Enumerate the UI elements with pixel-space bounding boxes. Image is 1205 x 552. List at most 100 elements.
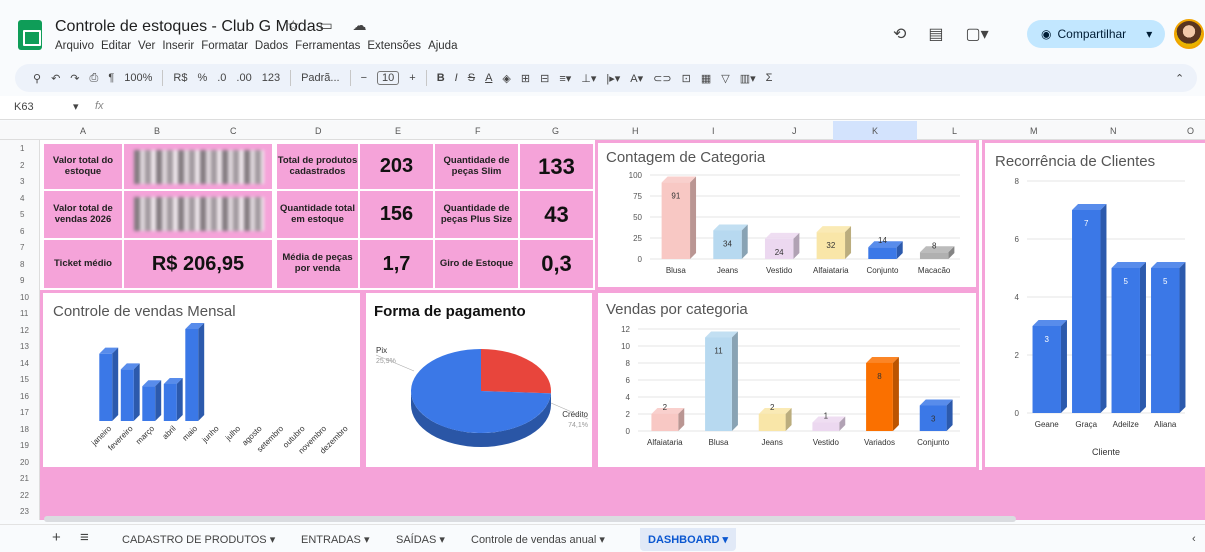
increase-decimal-button[interactable]: .00 — [236, 72, 251, 84]
scroll-tabs-left-icon[interactable]: ‹ — [1192, 533, 1196, 545]
row-header-7[interactable]: 7 — [20, 243, 24, 252]
font-size-decrease[interactable]: − — [361, 72, 367, 84]
chart-vendas-mensal[interactable]: Controle de vendas Mensal janeiro feverei… — [40, 290, 363, 470]
name-box-dropdown-icon[interactable]: ▾ — [73, 100, 79, 113]
decrease-decimal-button[interactable]: .0 — [217, 72, 226, 84]
redo-icon[interactable]: ↷ — [70, 72, 79, 85]
row-header-20[interactable]: 20 — [20, 458, 29, 467]
comments-icon[interactable]: ▤ — [928, 24, 943, 44]
fill-color-icon[interactable]: ◈ — [502, 72, 510, 85]
filter-views-icon[interactable]: ▥▾ — [740, 72, 756, 85]
borders-icon[interactable]: ⊞ — [521, 72, 530, 85]
rotate-icon[interactable]: A▾ — [630, 72, 643, 85]
print-icon[interactable]: ⎙ — [90, 72, 99, 85]
row-header-13[interactable]: 13 — [20, 342, 29, 351]
row-header-18[interactable]: 18 — [20, 425, 29, 434]
chart-recorrencia-clientes[interactable]: Recorrência de Clientes 8 6 4 2 0 3 Geane 7 Graç… — [982, 140, 1205, 470]
merge-cells-icon[interactable]: ⊟ — [540, 72, 549, 85]
document-title[interactable]: Controle de estoques - Club G Modas — [55, 18, 324, 36]
text-color-button[interactable]: A — [485, 72, 492, 84]
chart-contagem-categoria[interactable]: Contagem de Categoria 100 75 50 25 0 91 Blusa 3… — [595, 140, 979, 290]
link-icon[interactable]: ⊂⊃ — [653, 72, 671, 85]
star-folder-cloud-icons[interactable]: ☆ ▭ ☁ — [287, 17, 375, 34]
menu-dados[interactable]: Dados — [255, 40, 288, 52]
chart-vendas-categoria[interactable]: Vendas por categoria 12 10 8 6 4 2 0 2 Alfaiatar… — [595, 290, 979, 470]
wrap-icon[interactable]: |▸▾ — [606, 72, 620, 85]
tab-saidas[interactable]: SAÍDAS ▾ — [396, 533, 445, 546]
menu-arquivo[interactable]: Arquivo — [55, 40, 94, 52]
row-header-1[interactable]: 1 — [20, 144, 24, 153]
search-menus-icon[interactable]: ⚲ — [33, 72, 41, 85]
share-button[interactable]: ◉ Compartilhar ▾ — [1027, 20, 1165, 48]
col-o[interactable]: O — [1187, 126, 1194, 136]
row-header-8[interactable]: 8 — [20, 260, 24, 269]
tab-controle-vendas-anual[interactable]: Controle de vendas anual ▾ — [471, 533, 605, 546]
row-header-12[interactable]: 12 — [20, 326, 29, 335]
col-d[interactable]: D — [315, 126, 322, 136]
italic-button[interactable]: I — [455, 72, 458, 84]
tab-cadastro-produtos[interactable]: CADASTRO DE PRODUTOS ▾ — [122, 533, 275, 546]
row-header-11[interactable]: 11 — [20, 309, 28, 318]
font-size-input[interactable]: 10 — [377, 71, 400, 85]
tab-dashboard[interactable]: DASHBOARD ▾ — [640, 528, 737, 551]
chart-forma-pagamento[interactable]: Forma de pagamento Pix 25,9% Crédito 74,1% — [363, 290, 595, 470]
row-header-9[interactable]: 9 — [20, 276, 24, 285]
bold-button[interactable]: B — [437, 72, 445, 84]
col-n[interactable]: N — [1110, 126, 1117, 136]
row-header-17[interactable]: 17 — [20, 408, 29, 417]
menu-inserir[interactable]: Inserir — [162, 40, 194, 52]
row-header-4[interactable]: 4 — [20, 194, 24, 203]
col-m[interactable]: M — [1030, 126, 1038, 136]
currency-button[interactable]: R$ — [173, 72, 187, 84]
row-header-3[interactable]: 3 — [20, 177, 24, 186]
meet-icon[interactable]: ▢▾ — [966, 24, 989, 44]
col-l[interactable]: L — [952, 126, 957, 136]
menu-ver[interactable]: Ver — [138, 40, 155, 52]
valign-icon[interactable]: ⊥▾ — [581, 72, 596, 85]
menu-editar[interactable]: Editar — [101, 40, 131, 52]
avatar[interactable] — [1174, 19, 1204, 49]
tab-entradas[interactable]: ENTRADAS ▾ — [301, 533, 369, 546]
row-header-2[interactable]: 2 — [20, 161, 24, 170]
col-e[interactable]: E — [395, 126, 401, 136]
undo-icon[interactable]: ↶ — [51, 72, 60, 85]
align-icon[interactable]: ≡▾ — [559, 72, 571, 85]
col-b[interactable]: B — [154, 126, 160, 136]
col-f[interactable]: F — [475, 126, 481, 136]
col-j[interactable]: J — [792, 126, 797, 136]
functions-button[interactable]: Σ — [766, 72, 773, 84]
name-box[interactable]: K63 — [14, 101, 34, 113]
zoom-select[interactable]: 100% — [124, 72, 152, 84]
collapse-chevron-icon[interactable]: ⌃ — [1175, 72, 1184, 85]
row-header-10[interactable]: 10 — [20, 293, 29, 302]
percent-button[interactable]: % — [197, 72, 207, 84]
number-format-button[interactable]: 123 — [262, 72, 280, 84]
menu-ajuda[interactable]: Ajuda — [428, 40, 457, 52]
font-size-increase[interactable]: + — [409, 72, 415, 84]
row-header-15[interactable]: 15 — [20, 375, 29, 384]
col-g[interactable]: G — [552, 126, 559, 136]
col-a[interactable]: A — [80, 126, 86, 136]
col-i[interactable]: I — [712, 126, 715, 136]
horizontal-scrollbar[interactable] — [44, 516, 1016, 522]
comment-icon[interactable]: ⊡ — [682, 72, 691, 85]
paint-format-icon[interactable]: ¶ — [108, 72, 114, 84]
row-header-16[interactable]: 16 — [20, 392, 29, 401]
menu-formatar[interactable]: Formatar — [201, 40, 248, 52]
row-header-5[interactable]: 5 — [20, 210, 24, 219]
row-header-23[interactable]: 23 — [20, 507, 29, 516]
chart-icon[interactable]: ▦ — [701, 72, 711, 85]
filter-icon[interactable]: ▽ — [721, 72, 729, 85]
row-header-14[interactable]: 14 — [20, 359, 29, 368]
font-select[interactable]: Padrã... — [301, 72, 340, 84]
row-header-6[interactable]: 6 — [20, 227, 24, 236]
menu-extensoes[interactable]: Extensões — [367, 40, 421, 52]
row-header-19[interactable]: 19 — [20, 441, 29, 450]
strikethrough-button[interactable]: S — [468, 72, 475, 84]
row-header-22[interactable]: 22 — [20, 491, 29, 500]
history-icon[interactable]: ⟲ — [893, 24, 906, 44]
menu-ferramentas[interactable]: Ferramentas — [295, 40, 360, 52]
col-c[interactable]: C — [230, 126, 237, 136]
col-k[interactable]: K — [872, 126, 878, 136]
row-header-21[interactable]: 21 — [20, 474, 29, 483]
